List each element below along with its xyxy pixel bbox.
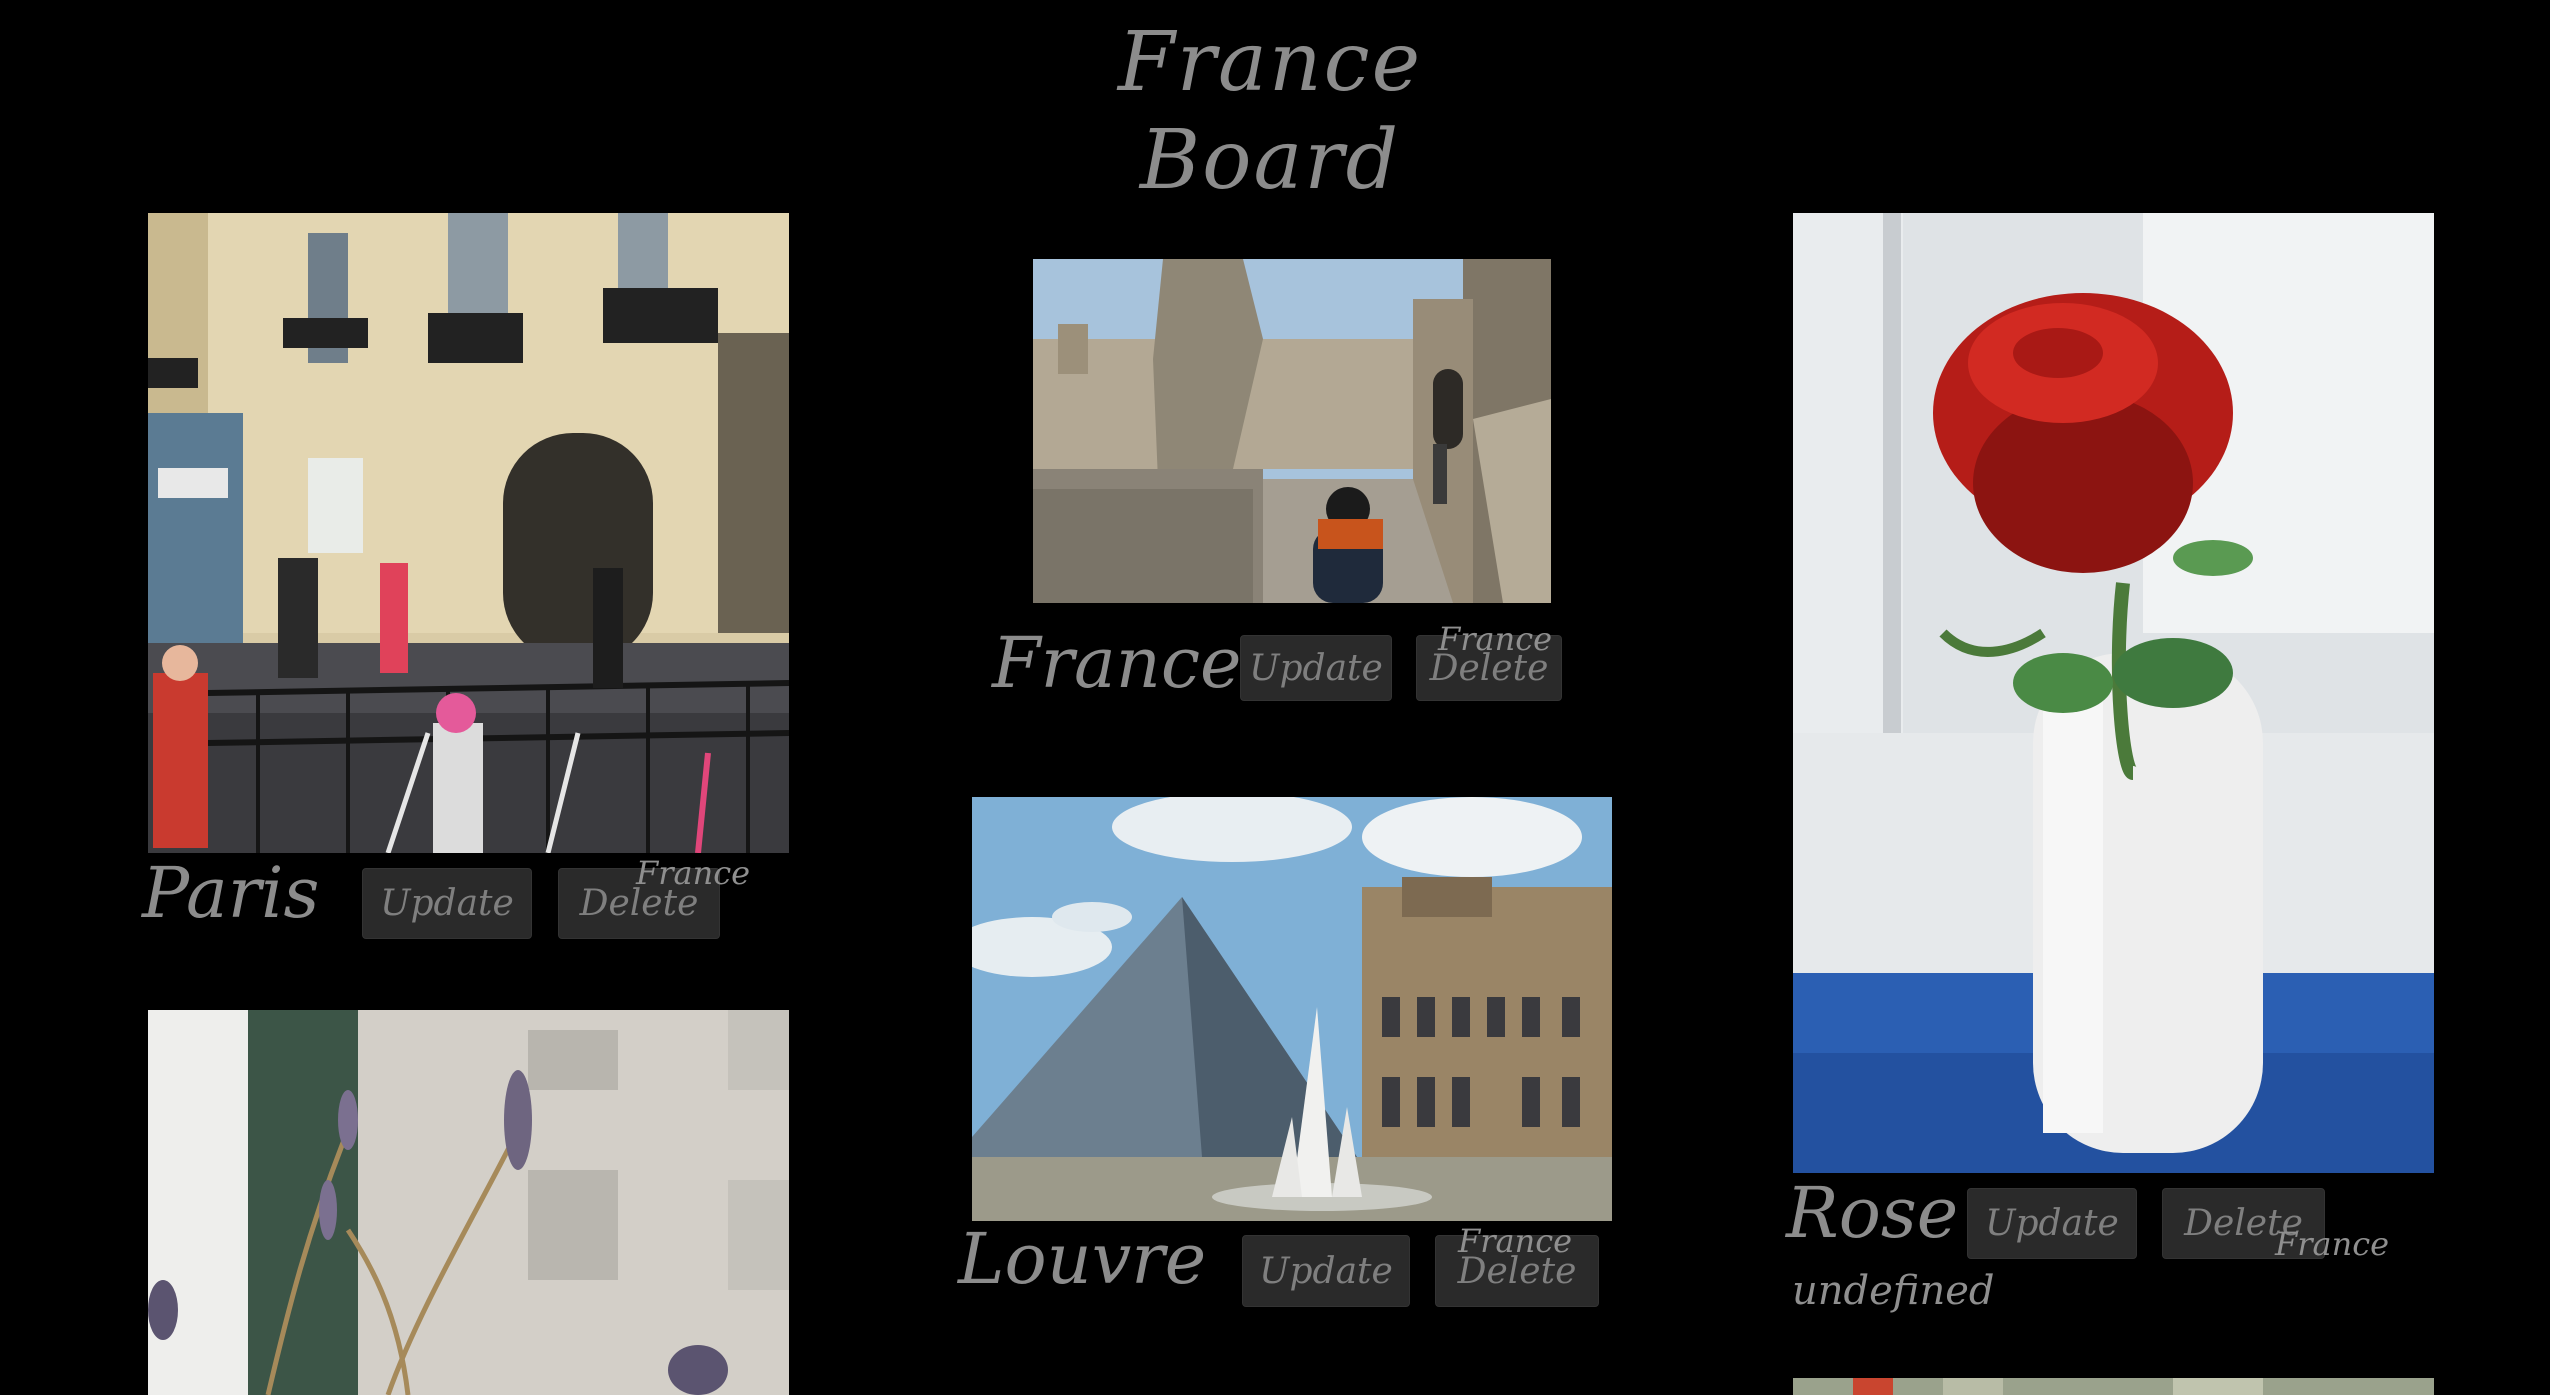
flowers-photo [1793, 1378, 2434, 1395]
card-caption: Paris [142, 852, 320, 934]
delete-button[interactable]: Delete [2162, 1188, 2325, 1259]
card-caption: Rose [1786, 1172, 1959, 1254]
update-button[interactable]: Update [362, 868, 532, 939]
louvre-pyramid-photo [972, 797, 1612, 1221]
red-rose-vase-photo [1793, 213, 2434, 1173]
update-button[interactable]: Update [1240, 635, 1392, 701]
medieval-walkway-photo [1033, 259, 1551, 603]
paris-street-photo [148, 213, 789, 853]
undefined-text: undefined [1792, 1268, 1995, 1314]
page-title: France Board [1117, 15, 1423, 209]
delete-button[interactable]: Delete [1435, 1235, 1599, 1307]
delete-button[interactable]: Delete [558, 868, 720, 939]
card-caption: Louvre [958, 1218, 1207, 1300]
lavender-window-photo [148, 1010, 789, 1395]
update-button[interactable]: Update [1967, 1188, 2137, 1259]
update-button[interactable]: Update [1242, 1235, 1410, 1307]
delete-button[interactable]: Delete [1416, 635, 1562, 701]
card-caption: France [992, 622, 1242, 704]
